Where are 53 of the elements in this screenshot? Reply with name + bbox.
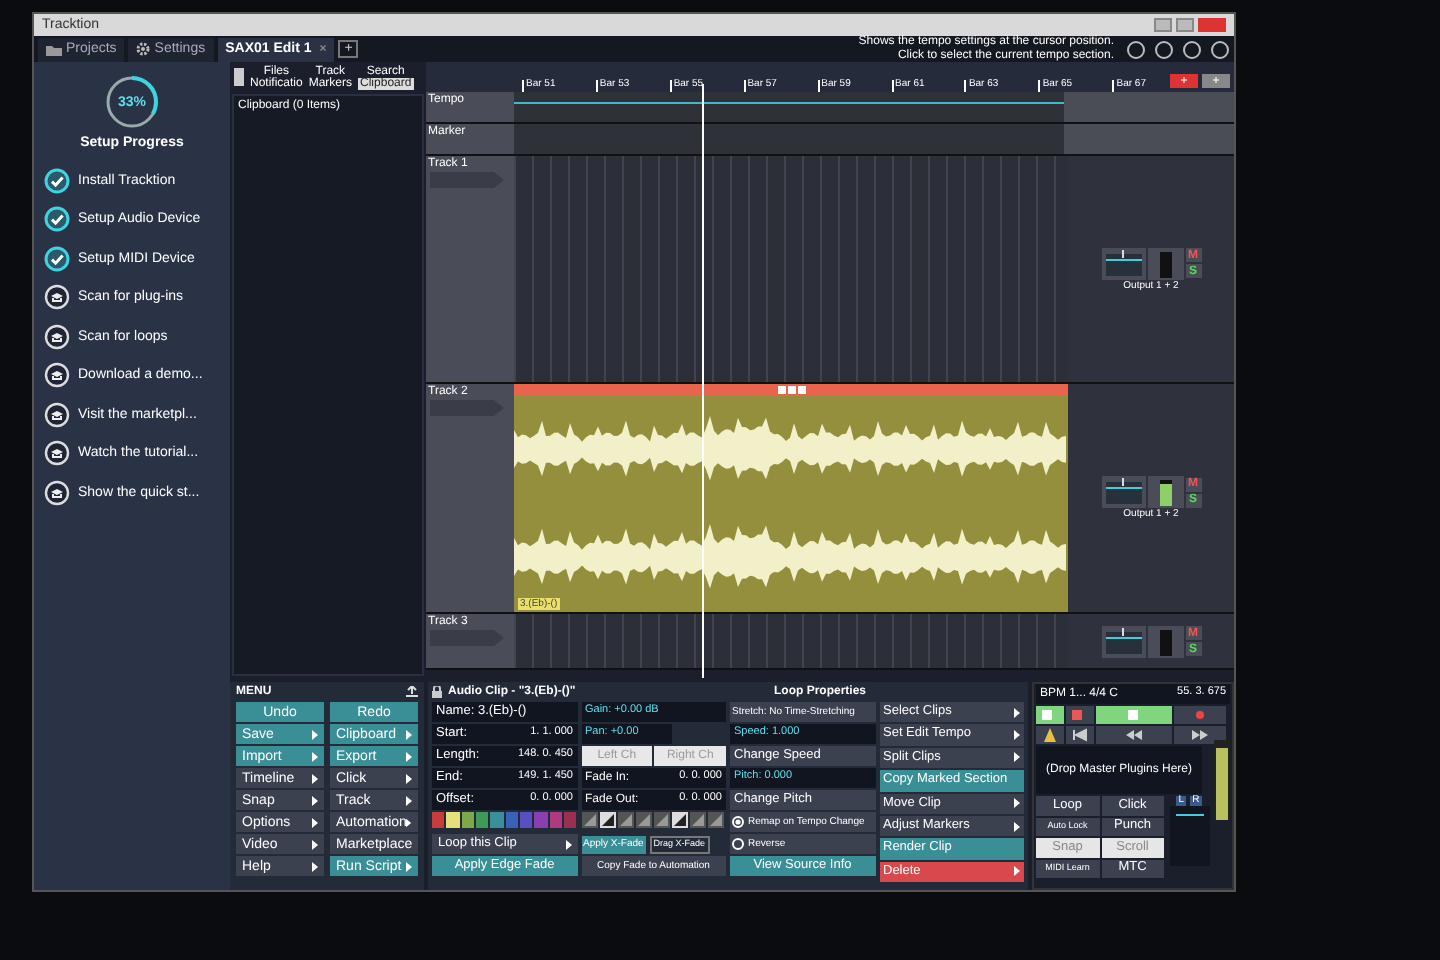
gear-icon [136, 42, 151, 56]
rewind-icon [1096, 726, 1172, 744]
arrow-icon [565, 839, 571, 849]
arrow-icon [312, 817, 318, 827]
arrow-icon [406, 751, 412, 761]
skip-back-icon [1066, 726, 1094, 744]
panel-handle-icon [234, 68, 244, 86]
color-swatch[interactable] [549, 812, 563, 828]
color-swatch[interactable] [461, 812, 475, 828]
fader-icon [1101, 247, 1145, 279]
color-swatch[interactable] [564, 812, 577, 828]
fader-icon [1101, 625, 1145, 657]
record-mode-icon [1066, 706, 1094, 724]
arrow-icon [312, 773, 318, 783]
color-swatch[interactable] [505, 812, 519, 828]
master-meter-drawing [1169, 806, 1209, 866]
level-meter-icon [1147, 625, 1183, 657]
stop-icon [1096, 706, 1172, 724]
track-tab-icon [426, 400, 506, 416]
color-swatch[interactable] [520, 812, 533, 828]
color-swatch[interactable] [534, 812, 548, 828]
arrow-icon [1014, 821, 1020, 832]
warning-icon [1036, 726, 1064, 744]
arrow-icon [312, 795, 318, 805]
fast-forward-icon [1174, 726, 1226, 744]
track-tab-icon [426, 630, 506, 646]
record-arm-icon [1036, 706, 1064, 724]
color-swatch[interactable] [490, 812, 504, 828]
lock-icon [432, 686, 442, 698]
arrow-icon [1014, 866, 1020, 877]
minimize-button[interactable] [1154, 18, 1172, 32]
maximize-button[interactable] [1176, 18, 1194, 32]
level-meter-icon [1147, 476, 1183, 508]
folder-icon [46, 43, 62, 55]
arrow-icon [1014, 798, 1020, 809]
arrow-icon [312, 839, 318, 849]
arrow-icon [406, 795, 412, 805]
color-swatch[interactable] [446, 812, 460, 828]
color-swatch[interactable] [476, 812, 489, 828]
fader-icon [1101, 476, 1145, 508]
arrow-icon [1014, 707, 1020, 718]
color-swatch[interactable] [432, 812, 445, 828]
arrow-icon [312, 729, 318, 739]
arrow-icon [406, 729, 412, 739]
level-meter-icon [1147, 247, 1183, 279]
track-tab-icon [426, 172, 506, 188]
arrow-icon [312, 751, 318, 761]
arrow-icon [406, 861, 412, 871]
pin-icon [406, 686, 418, 698]
arrow-icon [312, 861, 318, 871]
record-icon [1174, 706, 1226, 724]
arrow-icon [406, 773, 412, 783]
arrow-icon [406, 817, 412, 827]
